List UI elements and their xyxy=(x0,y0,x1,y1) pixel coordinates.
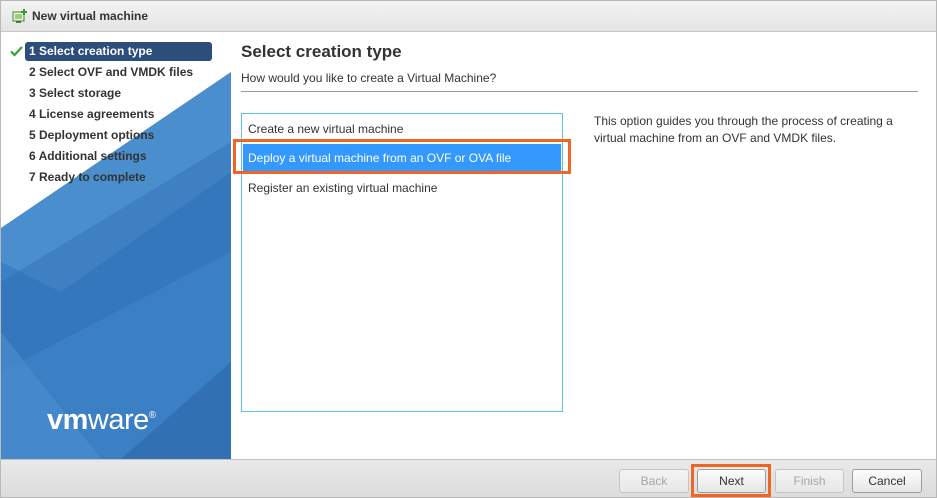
wizard-main-panel: Select creation type How would you like … xyxy=(231,32,936,459)
cancel-button[interactable]: Cancel xyxy=(852,469,922,493)
window-title: New virtual machine xyxy=(32,9,149,23)
header-divider xyxy=(241,91,918,92)
next-button[interactable]: Next xyxy=(697,469,766,493)
wizard-sidebar: 1 Select creation type 2 Select OVF and … xyxy=(1,32,231,459)
option-create-new-vm[interactable]: Create a new virtual machine xyxy=(243,115,561,143)
wizard-step-select-ovf-vmdk[interactable]: 2 Select OVF and VMDK files xyxy=(1,62,231,83)
option-description: This option guides you through the proce… xyxy=(594,114,893,145)
wizard-steps-list: 1 Select creation type 2 Select OVF and … xyxy=(1,41,231,188)
wizard-step-deployment-options[interactable]: 5 Deployment options xyxy=(1,125,231,146)
option-deploy-from-ovf[interactable]: Deploy a virtual machine from an OVF or … xyxy=(243,144,561,172)
wizard-step-license-agreements[interactable]: 4 License agreements xyxy=(1,104,231,125)
wizard-step-select-creation-type[interactable]: 1 Select creation type xyxy=(1,41,231,62)
page-subtitle: How would you like to create a Virtual M… xyxy=(241,71,497,85)
creation-type-listbox[interactable]: Create a new virtual machine Deploy a vi… xyxy=(241,113,563,412)
wizard-step-select-storage[interactable]: 3 Select storage xyxy=(1,83,231,104)
new-vm-wizard-window: New virtual machine 1 Select creation ty… xyxy=(0,0,937,498)
checkmark-icon xyxy=(10,46,23,57)
option-register-existing-vm[interactable]: Register an existing virtual machine xyxy=(243,174,561,202)
vmware-logo: vmware® xyxy=(47,404,156,436)
window-titlebar[interactable]: New virtual machine xyxy=(1,1,936,32)
wizard-footer: Back Next Finish Cancel xyxy=(1,459,936,497)
wizard-step-additional-settings[interactable]: 6 Additional settings xyxy=(1,146,231,167)
new-vm-icon xyxy=(12,8,28,24)
page-title: Select creation type xyxy=(241,42,402,61)
finish-button[interactable]: Finish xyxy=(775,469,844,493)
wizard-step-ready-to-complete[interactable]: 7 Ready to complete xyxy=(1,167,231,188)
back-button[interactable]: Back xyxy=(619,469,689,493)
